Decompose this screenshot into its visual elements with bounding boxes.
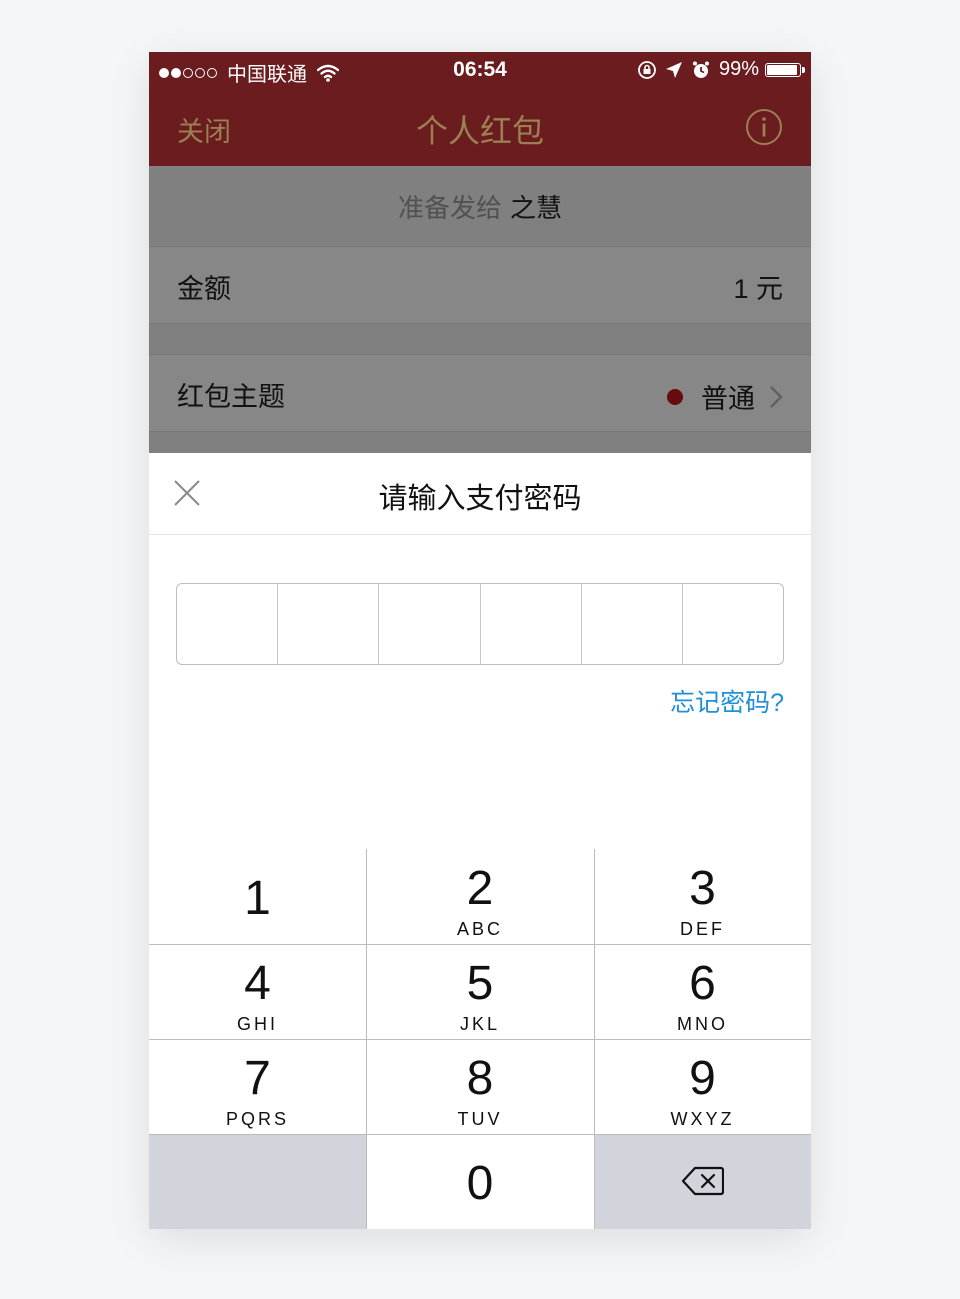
dim-overlay <box>149 166 811 453</box>
key-letters: MNO <box>677 1014 728 1034</box>
pin-digit-5 <box>582 584 683 664</box>
sheet-header: 请输入支付密码 <box>149 453 811 535</box>
battery-percent: 99% <box>718 58 759 80</box>
pin-digit-2 <box>278 584 380 664</box>
key-digit: 9 <box>689 1052 716 1105</box>
keypad-divider <box>149 944 811 945</box>
header: 中国联通 06:54 99% 关闭 个人红包 <box>149 52 811 166</box>
page-title: 个人红包 <box>415 113 544 149</box>
nav-bar: 关闭 个人红包 <box>149 90 811 166</box>
keypad-divider <box>149 1134 811 1135</box>
key-letters: GHI <box>236 1014 278 1034</box>
key-letters: JKL <box>459 1014 501 1034</box>
backspace-icon <box>681 1166 724 1196</box>
number-keypad: 1 2 ABC 3 DEF 4 GHI 5 JKL 6 MNO 7 PQRS 8… <box>149 849 811 1229</box>
key-letters: DEF <box>680 919 725 939</box>
key-digit: 1 <box>244 872 271 925</box>
key-3[interactable]: 3 DEF <box>594 849 811 944</box>
key-digit: 7 <box>244 1052 271 1105</box>
key-5[interactable]: 5 JKL <box>366 944 594 1039</box>
key-digit: 8 <box>466 1052 494 1105</box>
status-right: 99% <box>629 58 805 81</box>
key-digit: 3 <box>689 862 716 915</box>
location-arrow-icon <box>665 61 682 78</box>
key-letters: PQRS <box>225 1109 289 1129</box>
keypad-blank-key <box>149 1134 366 1229</box>
rotation-lock-icon <box>638 60 656 79</box>
pin-digit-4 <box>481 584 582 664</box>
payment-password-sheet: 请输入支付密码 忘记密码? 1 2 ABC 3 DEF 4 GHI 5 JKL … <box>149 453 811 1229</box>
key-letters: TUV <box>457 1109 503 1129</box>
key-7[interactable]: 7 PQRS <box>149 1039 366 1134</box>
key-letters: WXYZ <box>670 1109 735 1129</box>
alarm-icon <box>692 61 709 78</box>
info-icon[interactable] <box>745 108 783 146</box>
password-input[interactable] <box>176 583 784 665</box>
key-4[interactable]: 4 GHI <box>149 944 366 1039</box>
pin-digit-3 <box>379 584 481 664</box>
sheet-title: 请输入支付密码 <box>378 483 582 515</box>
key-digit: 5 <box>466 957 494 1010</box>
keypad-divider <box>149 1039 811 1040</box>
key-digit: 0 <box>466 1157 494 1210</box>
key-0[interactable]: 0 <box>366 1134 594 1229</box>
status-bar: 中国联通 06:54 99% <box>149 52 811 90</box>
phone-screen: 中国联通 06:54 99% 关闭 个人红包 准备发给 之慧 金额 1 元 红包… <box>149 52 811 1229</box>
delete-key[interactable] <box>594 1134 811 1229</box>
key-digit: 2 <box>466 862 494 915</box>
battery-icon <box>765 62 805 77</box>
key-2[interactable]: 2 ABC <box>366 849 594 944</box>
key-8[interactable]: 8 TUV <box>366 1039 594 1134</box>
pin-digit-1 <box>177 584 279 664</box>
key-6[interactable]: 6 MNO <box>594 944 811 1039</box>
key-digit: 4 <box>244 957 271 1010</box>
key-digit: 6 <box>689 957 716 1010</box>
forgot-password-link[interactable]: 忘记密码? <box>670 683 784 719</box>
key-9[interactable]: 9 WXYZ <box>594 1039 811 1134</box>
key-1[interactable]: 1 <box>149 849 366 944</box>
pin-digit-6 <box>683 584 783 664</box>
key-letters: ABC <box>456 919 503 939</box>
